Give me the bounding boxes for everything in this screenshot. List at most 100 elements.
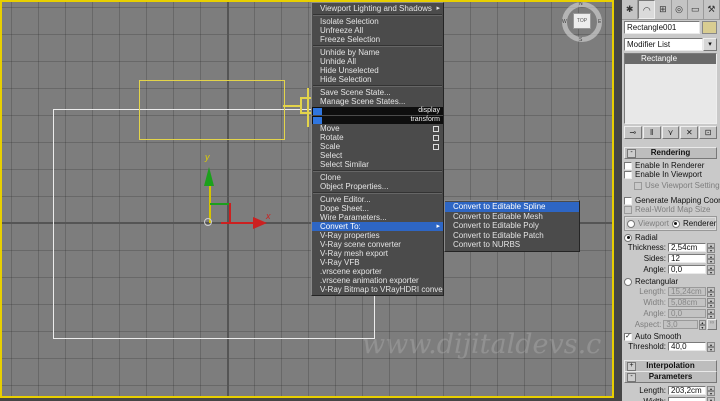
thickness-row: Thickness:2,54cm▴▾: [624, 242, 717, 253]
threshold-spinner[interactable]: ▴▾: [707, 342, 715, 351]
thickness-input[interactable]: 2,54cm: [668, 243, 706, 252]
menu-item-freeze-selection[interactable]: Freeze Selection: [312, 35, 443, 44]
compass-west-label: W: [562, 19, 567, 25]
thickness-spinner[interactable]: ▴▾: [707, 243, 715, 252]
gizmo-y-arrow-icon[interactable]: [204, 167, 214, 186]
gizmo-x-arrow-icon[interactable]: [253, 217, 267, 229]
width-input[interactable]: [668, 397, 706, 401]
stack-item-rectangle[interactable]: Rectangle: [625, 54, 716, 64]
menu-item-curve-editor[interactable]: Curve Editor...: [312, 195, 443, 204]
viewport-radio: [627, 220, 635, 228]
enable-in-viewport-checkbox[interactable]: [624, 171, 632, 179]
length-spinner[interactable]: ▴▾: [707, 386, 715, 395]
collapse-icon[interactable]: -: [627, 373, 636, 382]
menu-item-unhide-all[interactable]: Unhide All: [312, 57, 443, 66]
settings-box-icon[interactable]: [433, 135, 439, 141]
gizmo-xy-plane-handle-green[interactable]: [210, 203, 230, 205]
view-cube-top-face[interactable]: TOP: [573, 13, 591, 29]
tab-modify[interactable]: ◠: [638, 0, 655, 19]
menu-item-vray-bitmap-converter[interactable]: V-Ray Bitmap to VRayHDRI converter: [312, 285, 443, 294]
expand-icon[interactable]: +: [627, 362, 636, 371]
menu-item-dope-sheet[interactable]: Dope Sheet...: [312, 204, 443, 213]
generate-mapping-checkbox[interactable]: [624, 197, 632, 205]
object-name-field[interactable]: Rectangle001: [624, 21, 700, 34]
spinner-down-icon[interactable]: ▾: [707, 270, 715, 275]
menu-item-object-properties[interactable]: Object Properties...: [312, 182, 443, 191]
quad-title-display: display: [312, 107, 443, 115]
parameters-rollout-header[interactable]: -Parameters: [624, 371, 717, 383]
menu-item-vray-mesh-export[interactable]: V-Ray mesh export: [312, 249, 443, 258]
menu-item-vray-properties[interactable]: V-Ray properties: [312, 231, 443, 240]
tab-create[interactable]: ✱: [622, 0, 638, 19]
menu-item-select[interactable]: Select: [312, 151, 443, 160]
spinner-down-icon[interactable]: ▾: [707, 248, 715, 253]
rectangular-radio[interactable]: [624, 278, 632, 286]
settings-box-icon[interactable]: [433, 126, 439, 132]
menu-item-vray-scene-converter[interactable]: V-Ray scene converter: [312, 240, 443, 249]
auto-smooth-checkbox[interactable]: ✓: [624, 333, 632, 341]
angle-spinner[interactable]: ▴▾: [707, 265, 715, 274]
menu-item-vray-vfb[interactable]: V-Ray VFB: [312, 258, 443, 267]
configure-modifier-sets-icon[interactable]: ⊡: [699, 126, 717, 139]
dropdown-arrow-icon[interactable]: ▾: [703, 38, 717, 51]
view-cube[interactable]: N E S W TOP: [562, 2, 602, 42]
menu-item-select-similar[interactable]: Select Similar: [312, 160, 443, 169]
rendering-rollout: -Rendering Enable In Renderer Enable In …: [624, 147, 717, 352]
spinner-down-icon[interactable]: ▾: [707, 347, 715, 352]
width-spinner[interactable]: ▴▾: [707, 397, 715, 401]
selected-rectangle-shape[interactable]: [139, 80, 285, 140]
menu-item-clone[interactable]: Clone: [312, 173, 443, 182]
make-unique-icon[interactable]: ⋎: [662, 126, 680, 139]
renderer-radio[interactable]: [672, 220, 680, 228]
spinner-down-icon[interactable]: ▾: [707, 391, 715, 396]
enable-in-renderer-checkbox[interactable]: [624, 162, 632, 170]
spinner-down-icon[interactable]: ▾: [707, 259, 715, 264]
gizmo-x-axis[interactable]: [221, 222, 255, 224]
remove-modifier-icon[interactable]: ✕: [680, 126, 698, 139]
menu-item-rotate[interactable]: Rotate: [312, 133, 443, 142]
radial-radio[interactable]: [624, 234, 632, 242]
show-end-result-icon[interactable]: ‖: [643, 126, 661, 139]
submenu-item-editable-patch[interactable]: Convert to Editable Patch: [445, 231, 579, 241]
menu-item-scale[interactable]: Scale: [312, 142, 443, 151]
submenu-item-editable-mesh[interactable]: Convert to Editable Mesh: [445, 212, 579, 222]
spinner-up-icon[interactable]: ▴: [707, 397, 715, 401]
menu-item-unhide-by-name[interactable]: Unhide by Name: [312, 48, 443, 57]
command-panel-tabs: ✱ ◠ ⊞ ◎ ▭ ⚒: [622, 0, 720, 20]
menu-item-vrscene-exporter[interactable]: .vrscene exporter: [312, 267, 443, 276]
menu-item-manage-scene-states[interactable]: Manage Scene States...: [312, 97, 443, 106]
submenu-item-editable-poly[interactable]: Convert to Editable Poly: [445, 221, 579, 231]
menu-item-viewport-lighting-and-shadows[interactable]: Viewport Lighting and Shadows▸: [312, 4, 443, 13]
tab-display[interactable]: ▭: [688, 0, 704, 19]
modifier-stack[interactable]: Rectangle: [624, 53, 717, 124]
stack-toolbar: ⊸ ‖ ⋎ ✕ ⊡: [624, 126, 717, 139]
menu-item-move[interactable]: Move: [312, 124, 443, 133]
menu-item-convert-to[interactable]: Convert To:▸: [312, 222, 443, 231]
menu-item-unfreeze-all[interactable]: Unfreeze All: [312, 26, 443, 35]
modifier-list-dropdown[interactable]: Modifier List: [624, 38, 703, 51]
menu-item-hide-selection[interactable]: Hide Selection: [312, 75, 443, 84]
sides-spinner[interactable]: ▴▾: [707, 254, 715, 263]
aspect-lock-icon: ∞: [707, 319, 717, 330]
gizmo-x-label: x: [266, 211, 271, 221]
length-input[interactable]: 203,2cm: [668, 386, 706, 395]
object-color-swatch[interactable]: [702, 21, 717, 34]
tab-hierarchy[interactable]: ⊞: [655, 0, 671, 19]
tab-utilities[interactable]: ⚒: [704, 0, 720, 19]
submenu-item-editable-spline[interactable]: Convert to Editable Spline: [445, 202, 579, 212]
menu-item-vrscene-animation-exporter[interactable]: .vrscene animation exporter: [312, 276, 443, 285]
menu-item-isolate-selection[interactable]: Isolate Selection: [312, 17, 443, 26]
collapse-icon[interactable]: -: [627, 149, 636, 158]
submenu-item-nurbs[interactable]: Convert to NURBS: [445, 240, 579, 250]
sides-input[interactable]: 12: [668, 254, 706, 263]
settings-box-icon[interactable]: [433, 144, 439, 150]
menu-item-hide-unselected[interactable]: Hide Unselected: [312, 66, 443, 75]
threshold-input[interactable]: 40,0: [668, 342, 706, 351]
tab-motion[interactable]: ◎: [672, 0, 688, 19]
angle-input[interactable]: 0,0: [668, 265, 706, 274]
menu-item-save-scene-state[interactable]: Save Scene State...: [312, 88, 443, 97]
menu-item-wire-parameters[interactable]: Wire Parameters...: [312, 213, 443, 222]
gizmo-xy-plane-handle-red[interactable]: [229, 203, 231, 223]
pin-stack-icon[interactable]: ⊸: [624, 126, 642, 139]
rendering-rollout-header[interactable]: -Rendering: [624, 147, 717, 159]
